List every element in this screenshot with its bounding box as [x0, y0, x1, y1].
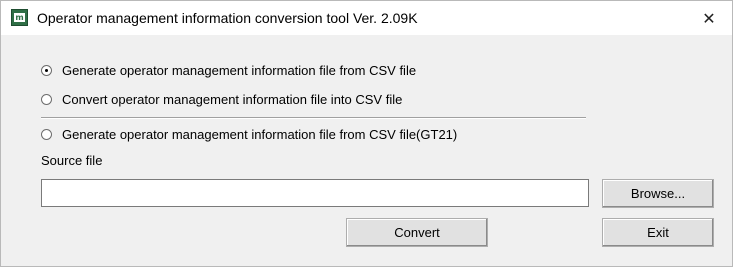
window-title: Operator management information conversi…: [37, 10, 418, 26]
radio-label: Convert operator management information …: [62, 92, 403, 107]
convert-button[interactable]: Convert: [346, 218, 488, 247]
radio-button[interactable]: [41, 65, 52, 76]
close-icon: ✕: [702, 8, 716, 28]
radio-option-generate-from-csv-gt21[interactable]: Generate operator management information…: [41, 127, 457, 142]
dialog-window: m Operator management information conver…: [0, 0, 733, 267]
radio-label: Generate operator management information…: [62, 63, 417, 78]
source-file-input[interactable]: [41, 179, 589, 207]
exit-button[interactable]: Exit: [602, 218, 714, 247]
app-icon: m: [11, 9, 28, 26]
source-file-label: Source file: [41, 153, 103, 168]
radio-label: Generate operator management information…: [62, 127, 458, 142]
radio-option-convert-to-csv[interactable]: Convert operator management information …: [41, 92, 402, 107]
radio-button[interactable]: [41, 94, 52, 105]
browse-button[interactable]: Browse...: [602, 179, 714, 208]
divider: [41, 117, 586, 119]
title-bar: m Operator management information conver…: [1, 1, 732, 35]
close-button[interactable]: ✕: [686, 1, 732, 35]
radio-button[interactable]: [41, 129, 52, 140]
radio-option-generate-from-csv[interactable]: Generate operator management information…: [41, 63, 416, 78]
